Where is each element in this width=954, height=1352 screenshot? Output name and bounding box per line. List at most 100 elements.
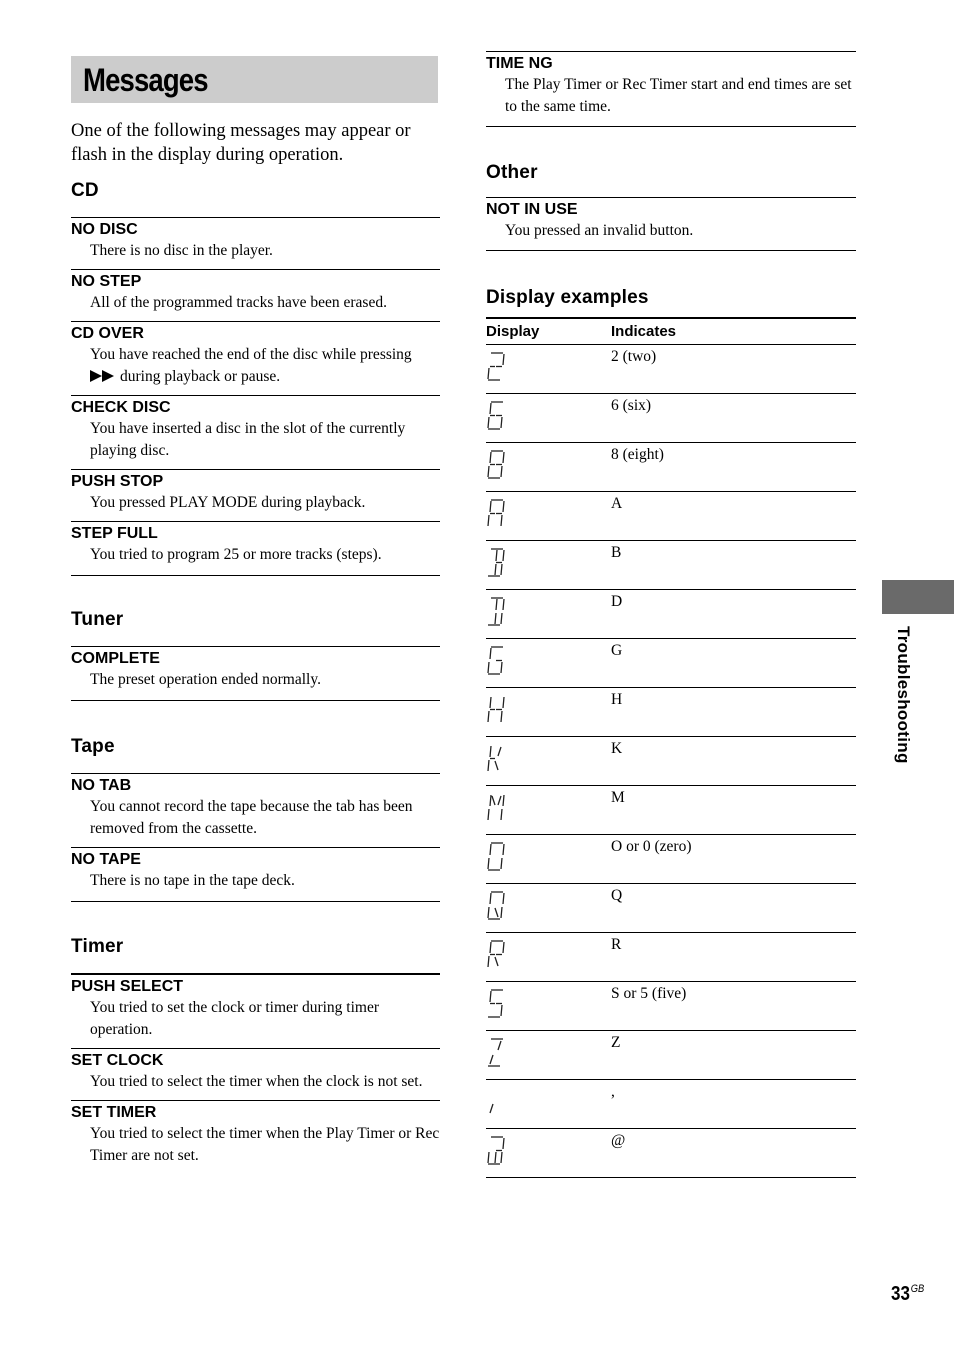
message-desc: You pressed PLAY MODE during playback. — [90, 494, 366, 511]
glyph-segment — [497, 1040, 502, 1051]
glyph-segment — [495, 598, 498, 611]
glyph-segment — [487, 367, 490, 380]
section-heading: Tuner — [71, 609, 124, 630]
glyph-segment — [489, 500, 492, 513]
display-examples-table: Display Indicates 2 (two) 6 (six) 8 (eight… — [486, 317, 856, 1178]
message-item: NO DISC There is no disc in the player. — [71, 218, 440, 270]
glyph-segment — [502, 500, 505, 513]
message-item: CD OVER You have reached the end of the … — [71, 321, 440, 396]
segment-display-glyph-icon — [488, 1038, 503, 1067]
glyph-segment — [489, 402, 492, 415]
message-list: NOT IN USE You pressed an invalid button… — [486, 197, 856, 251]
indicates-cell: @ — [611, 1128, 856, 1178]
left-column: Messages One of the following messages m… — [71, 56, 440, 1174]
page-number-value: 33 — [891, 1283, 910, 1305]
glyph-segment — [487, 857, 490, 870]
message-desc: There is no tape in the tape deck. — [90, 872, 295, 889]
section-other: Other NOT IN USE You pressed an invalid … — [486, 161, 856, 251]
section-heading: Tape — [71, 736, 115, 757]
glyph-segment — [500, 661, 503, 674]
message-item: SET CLOCK You tried to select the timer … — [71, 1049, 440, 1101]
glyph-segment — [495, 549, 498, 562]
glyph-segment — [489, 696, 492, 709]
glyph-segment — [502, 892, 505, 905]
message-desc: You tried to select the timer when the P… — [90, 1125, 440, 1164]
message-name: PUSH SELECT — [71, 978, 184, 995]
message-item: SET TIMER You tried to select the timer … — [71, 1101, 440, 1174]
glyph-segment — [500, 514, 503, 527]
segment-display-glyph-icon — [487, 352, 505, 381]
message-name: SET TIMER — [71, 1104, 157, 1121]
segment-display-glyph-icon — [487, 1136, 505, 1165]
message-name: NO TAPE — [71, 851, 141, 868]
message-item: COMPLETE The preset operation ended norm… — [71, 647, 440, 701]
table-row: 2 (two) — [486, 344, 856, 394]
column-header-indicates: Indicates — [611, 318, 856, 345]
glyph-segment — [502, 598, 505, 611]
glyph-segment — [494, 563, 497, 576]
indicates-cell: M — [611, 785, 856, 835]
glyph-segment — [500, 563, 503, 576]
indicates-cell: 6 (six) — [611, 393, 856, 443]
table-row: B — [486, 540, 856, 590]
indicates-cell: H — [611, 687, 856, 737]
message-item: NOT IN USE You pressed an invalid button… — [486, 198, 856, 251]
glyph-segment — [489, 1054, 494, 1065]
message-list: NO DISC There is no disc in the player. … — [71, 217, 440, 576]
indicates-cell: Q — [611, 883, 856, 933]
segment-display-glyph-icon — [487, 794, 505, 821]
table-row: G — [486, 638, 856, 688]
message-item: PUSH SELECT You tried to set the clock o… — [71, 975, 440, 1049]
table-row: D — [486, 589, 856, 639]
message-name: NO TAB — [71, 777, 132, 794]
display-glyph-cell — [486, 540, 611, 590]
table-row: , — [486, 1079, 856, 1129]
segment-display-glyph-icon — [487, 450, 505, 479]
message-list: COMPLETE The preset operation ended norm… — [71, 646, 440, 701]
message-desc: The Play Timer or Rec Timer start and en… — [505, 76, 852, 115]
message-name: STEP FULL — [71, 525, 158, 542]
glyph-segment — [487, 514, 490, 527]
display-glyph-cell — [486, 1128, 611, 1178]
glyph-segment — [489, 990, 492, 1003]
display-examples-body: 2 (two) 6 (six) 8 (eight) A B D G H K M O or 0 (ze… — [486, 344, 856, 1178]
table-row: O or 0 (zero) — [486, 834, 856, 884]
glyph-segment — [500, 710, 503, 723]
message-list: PUSH SELECT You tried to set the clock o… — [71, 973, 440, 1174]
glyph-segment — [494, 760, 499, 771]
glyph-segment — [502, 696, 505, 709]
display-glyph-cell — [486, 883, 611, 933]
glyph-segment — [500, 1004, 503, 1017]
glyph-segment — [500, 906, 503, 919]
table-row: Z — [486, 1030, 856, 1080]
segment-display-glyph-icon — [489, 1103, 494, 1114]
message-name: TIME NG — [486, 55, 553, 72]
display-glyph-cell — [486, 736, 611, 786]
table-row: Q — [486, 883, 856, 933]
glyph-segment — [489, 794, 492, 807]
glyph-segment — [487, 416, 490, 429]
section-cd: CD NO DISC There is no disc in the playe… — [71, 179, 440, 576]
table-row: H — [486, 687, 856, 737]
message-item: CHECK DISC You have inserted a disc in t… — [71, 396, 440, 470]
display-glyph-cell — [486, 932, 611, 982]
message-name: SET CLOCK — [71, 1052, 164, 1069]
glyph-segment — [487, 710, 490, 723]
segment-display-glyph-icon — [487, 891, 505, 920]
table-row: R — [486, 932, 856, 982]
glyph-segment — [487, 1151, 490, 1164]
message-desc: The preset operation ended normally. — [90, 671, 321, 688]
fast-forward-icon — [90, 370, 114, 382]
table-header-row: Display Indicates — [486, 318, 856, 345]
glyph-segment — [489, 843, 492, 856]
display-glyph-cell — [486, 981, 611, 1031]
indicates-cell: O or 0 (zero) — [611, 834, 856, 884]
message-name: PUSH STOP — [71, 473, 164, 490]
message-desc: You have reached the end of the disc whi… — [71, 344, 440, 388]
section-heading: Timer — [71, 936, 124, 957]
indicates-cell: B — [611, 540, 856, 590]
indicates-cell: A — [611, 491, 856, 541]
glyph-segment — [497, 795, 502, 806]
message-item: NO TAPE There is no tape in the tape dec… — [71, 848, 440, 902]
glyph-segment — [487, 759, 490, 772]
